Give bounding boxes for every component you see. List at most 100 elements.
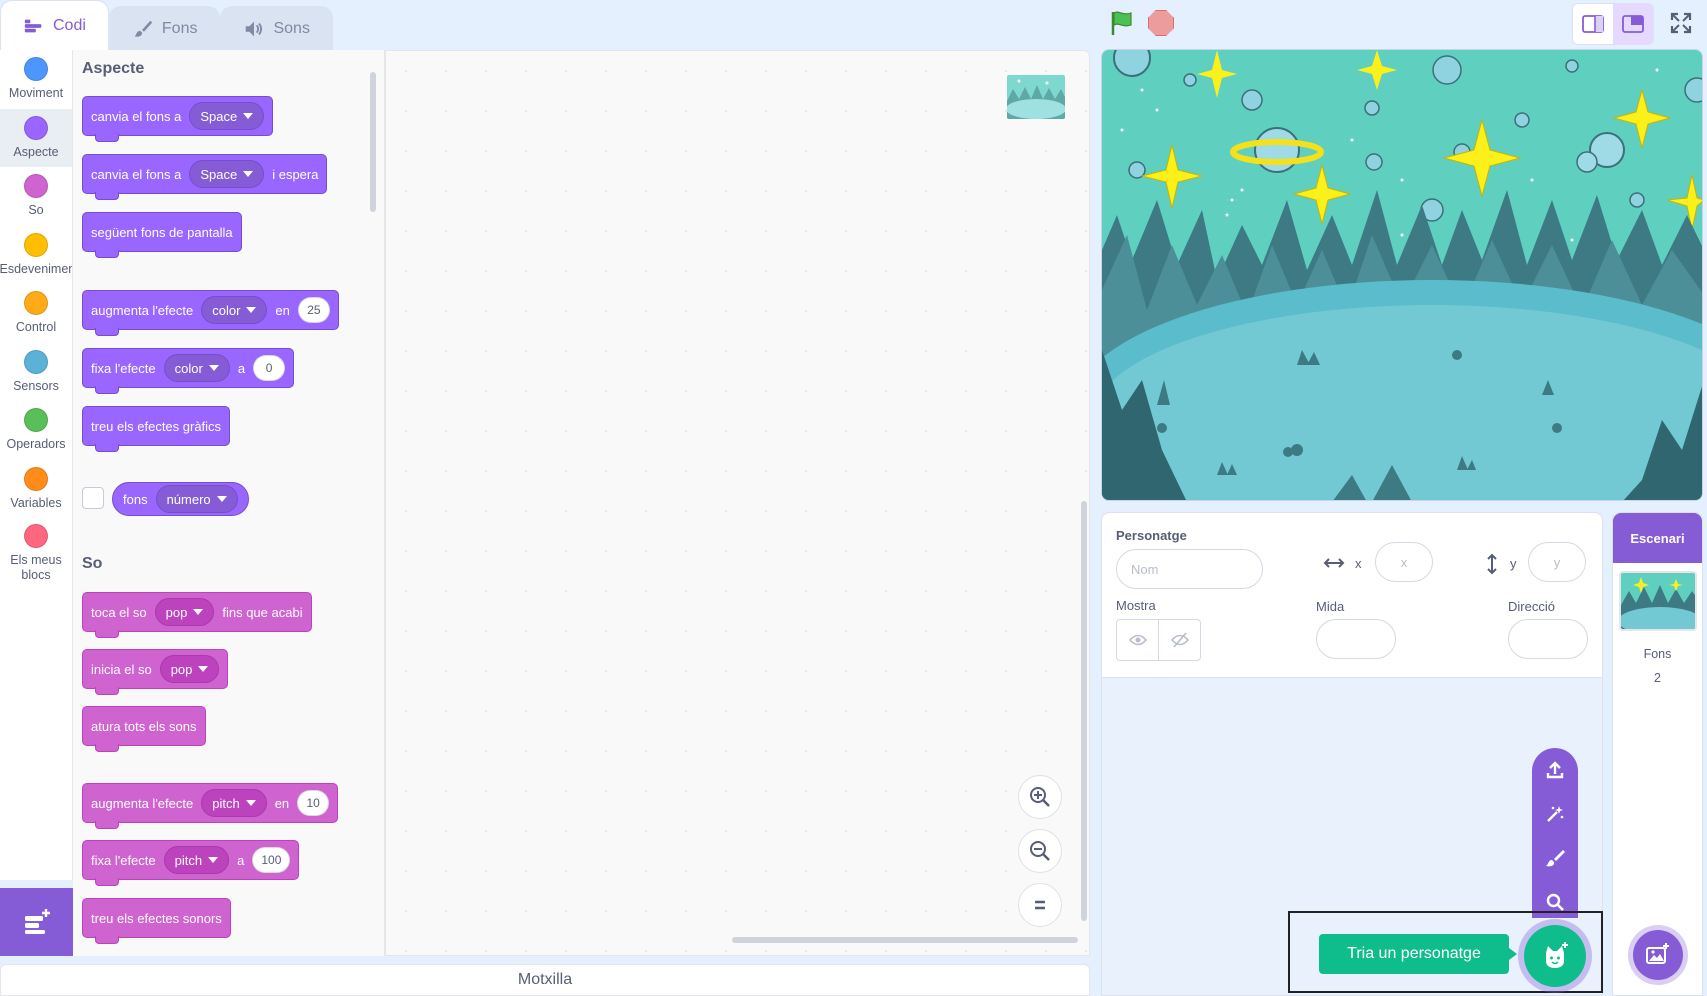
x-input[interactable]: x: [1375, 542, 1433, 582]
palette-scrollbar[interactable]: [370, 72, 376, 212]
operators-color-dot: [24, 408, 48, 433]
block-set-effect[interactable]: fixa l'efecte color a 0: [82, 348, 295, 394]
backdrop-dropdown[interactable]: Space: [189, 102, 265, 130]
size-label: Mida: [1316, 599, 1345, 614]
category-events[interactable]: Esdeveniments: [0, 226, 72, 285]
block-text: augmenta l'efecte: [91, 302, 194, 318]
equals-icon: [1035, 900, 1045, 910]
block-clear-graphic-effects[interactable]: treu els efectes gràfics: [82, 406, 231, 452]
effect-value-input[interactable]: 0: [253, 355, 286, 381]
show-label: Mostra: [1116, 598, 1156, 613]
block-text: següent fons de pantalla: [91, 224, 233, 240]
dropdown-value: número: [166, 491, 211, 507]
caret-down-icon: [246, 307, 257, 313]
sound-effect-dropdown[interactable]: pitch: [163, 846, 230, 874]
script-horizontal-scrollbar[interactable]: [732, 937, 1078, 943]
block-play-sound-until-done[interactable]: toca el so pop fins que acabi: [82, 592, 312, 638]
paint-sprite-button[interactable]: [1532, 836, 1578, 880]
backdrop-dropdown[interactable]: Space: [189, 160, 265, 188]
block-switch-backdrop-wait[interactable]: canvia el fons a Space i espera: [82, 154, 328, 200]
reporter-backdrop[interactable]: fons número: [112, 482, 249, 516]
block-switch-backdrop[interactable]: canvia el fons a Space: [82, 96, 274, 142]
add-extension-button[interactable]: [0, 888, 73, 956]
effect-dropdown[interactable]: color: [163, 354, 230, 382]
sound-effect-dropdown[interactable]: pitch: [201, 789, 267, 817]
sound-dropdown[interactable]: pop: [154, 598, 215, 626]
stage-canvas[interactable]: [1101, 49, 1703, 501]
backdrop-number-checkbox[interactable]: [82, 487, 104, 509]
caret-down-icon: [208, 365, 219, 371]
block-text: augmenta l'efecte: [91, 795, 194, 811]
zoom-reset-button[interactable]: [1018, 883, 1062, 927]
horizontal-arrows-icon: [1323, 558, 1345, 568]
zoom-in-icon: [1030, 787, 1050, 807]
hide-sprite-button[interactable]: [1159, 620, 1200, 660]
motion-color-dot: [24, 57, 48, 82]
stage-selector[interactable]: Escenari Fons 2: [1612, 512, 1703, 996]
tab-code[interactable]: Codi: [0, 0, 109, 50]
zoom-in-button[interactable]: [1018, 775, 1062, 819]
category-motion[interactable]: Moviment: [0, 50, 72, 109]
block-change-sound-effect[interactable]: augmenta l'efecte pitch en 10: [82, 783, 339, 829]
tab-backdrops[interactable]: Fons: [108, 6, 221, 50]
block-stop-all-sounds[interactable]: atura tots els sons: [82, 706, 206, 752]
effect-dropdown[interactable]: color: [201, 296, 268, 324]
sound-effect-value-input[interactable]: 10: [297, 790, 330, 816]
sprite-label: Personatge: [1116, 528, 1187, 543]
zoom-out-button[interactable]: [1018, 829, 1062, 873]
category-label: Variables: [10, 495, 62, 510]
block-start-sound[interactable]: inicia el so pop: [82, 649, 229, 695]
backpack-bar[interactable]: Motxilla: [0, 964, 1090, 996]
direction-input[interactable]: [1508, 619, 1588, 659]
vertical-arrows-icon: [1487, 553, 1497, 575]
backdrops-count: 2: [1654, 671, 1661, 685]
size-input[interactable]: [1316, 619, 1396, 659]
upload-icon: [1546, 761, 1564, 779]
upload-sprite-button[interactable]: [1532, 748, 1578, 792]
events-color-dot: [24, 232, 48, 257]
green-flag-button[interactable]: [1108, 9, 1136, 42]
category-operators[interactable]: Operadors: [0, 401, 72, 460]
tab-sounds[interactable]: Sons: [220, 6, 333, 50]
stop-button[interactable]: [1148, 10, 1174, 36]
dropdown-value: color: [174, 360, 203, 376]
direction-label: Direcció: [1508, 599, 1555, 614]
sound-effect-value-input[interactable]: 100: [252, 847, 291, 873]
category-looks[interactable]: Aspecte: [0, 108, 72, 167]
block-change-effect[interactable]: augmenta l'efecte color en 25: [82, 290, 339, 336]
dropdown-value: pop: [165, 604, 188, 620]
control-color-dot: [24, 291, 48, 316]
surprise-sprite-button[interactable]: [1532, 792, 1578, 836]
small-stage-button[interactable]: [1573, 4, 1613, 44]
block-text: canvia el fons a: [91, 166, 182, 182]
block-set-sound-effect[interactable]: fixa l'efecte pitch a 100: [82, 840, 300, 886]
sprite-name-input[interactable]: Nom: [1116, 549, 1263, 589]
category-variables[interactable]: Variables: [0, 460, 72, 519]
show-sprite-button[interactable]: [1117, 620, 1159, 660]
category-control[interactable]: Control: [0, 284, 72, 343]
stage-thumbnail: [1618, 571, 1697, 631]
choose-sprite-button[interactable]: [1516, 919, 1594, 993]
backdrops-label: Fons: [1643, 647, 1672, 661]
block-clear-sound-effects[interactable]: treu els efectes sonors: [82, 898, 231, 944]
effect-value-input[interactable]: 25: [297, 297, 330, 323]
y-input[interactable]: y: [1528, 542, 1586, 582]
space-backdrop-image: [1102, 50, 1702, 500]
category-sensing[interactable]: Sensors: [0, 343, 72, 402]
brush-icon: [134, 20, 153, 37]
backdrop-property-dropdown[interactable]: número: [155, 485, 238, 513]
choose-backdrop-button[interactable]: [1628, 925, 1688, 985]
fullscreen-button[interactable]: [1660, 3, 1702, 43]
block-next-backdrop[interactable]: següent fons de pantalla: [82, 212, 242, 258]
category-my-blocks[interactable]: Els meus blocs: [0, 518, 72, 588]
category-sound[interactable]: So: [0, 167, 72, 226]
caret-down-icon: [245, 800, 256, 806]
normal-stage-button[interactable]: [1613, 4, 1653, 44]
sound-dropdown[interactable]: pop: [159, 655, 220, 683]
script-area[interactable]: [385, 50, 1090, 956]
block-text-mid: en: [274, 795, 290, 811]
sound-section-title: So: [82, 555, 103, 572]
variables-color-dot: [24, 466, 48, 491]
caret-down-icon: [193, 609, 204, 615]
script-vertical-scrollbar[interactable]: [1081, 501, 1087, 921]
